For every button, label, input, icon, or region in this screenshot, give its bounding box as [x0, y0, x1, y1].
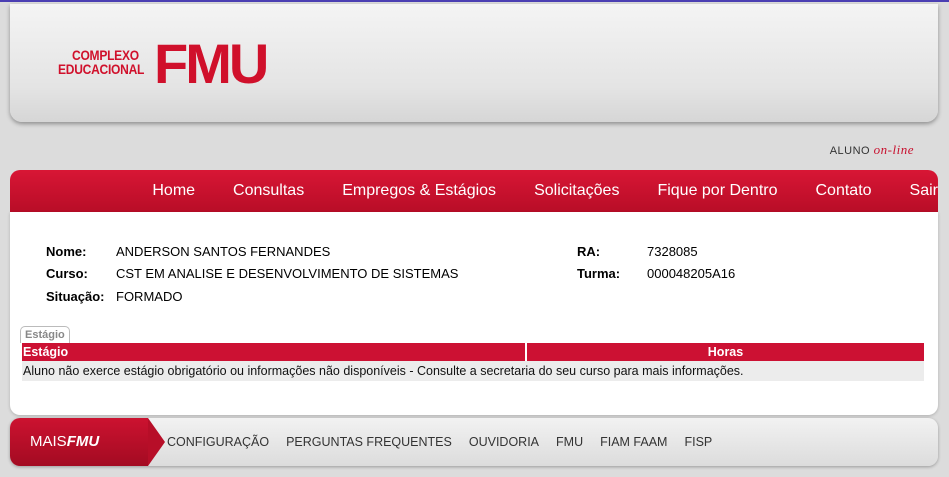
mais-fmu-banner[interactable]: MAISFMU	[10, 418, 165, 466]
table-header: Estágio Horas	[22, 343, 924, 361]
footer-link-ouvidoria[interactable]: OUVIDORIA	[469, 435, 539, 449]
nav-home[interactable]: Home	[132, 182, 213, 200]
footer-link-fiam-faam[interactable]: FIAM FAAM	[600, 435, 667, 449]
mais-brand: FMU	[66, 433, 100, 450]
mais-prefix: MAIS	[30, 433, 67, 450]
logo-line1: COMPLEXO	[72, 47, 139, 63]
header-estagio: Estágio	[22, 343, 527, 361]
tab-estagio[interactable]: Estágio	[20, 326, 70, 343]
footer-link-configuracao[interactable]: CONFIGURAÇÃO	[167, 435, 269, 449]
nav-contato[interactable]: Contato	[796, 182, 890, 200]
aluno-online-badge: ALUNO on-line	[830, 142, 914, 158]
sub-bar: ALUNO on-line	[10, 122, 938, 170]
header: COMPLEXO EDUCACIONAL FMU	[10, 4, 938, 122]
footer-link-fmu[interactable]: FMU	[556, 435, 583, 449]
curso-label: Curso:	[46, 266, 88, 281]
logo-wordmark: FMU	[154, 32, 269, 95]
situacao-label: Situação:	[46, 289, 105, 304]
online-label: on-line	[873, 142, 914, 157]
nav-fique-por-dentro[interactable]: Fique por Dentro	[637, 182, 795, 200]
nav-solicitacoes[interactable]: Solicitações	[514, 182, 637, 200]
logo-line2: EDUCACIONAL	[58, 61, 145, 77]
footer-link-fisp[interactable]: FISP	[684, 435, 712, 449]
main-nav: Home Consultas Empregos & Estágios Solic…	[10, 170, 938, 212]
turma-value: 000048205A16	[647, 266, 736, 281]
logo-subtitle: COMPLEXO EDUCACIONAL	[58, 47, 145, 77]
curso-value: CST EM ANALISE E DESENVOLVIMENTO DE SIST…	[116, 266, 459, 281]
nav-empregos-estagios[interactable]: Empregos & Estágios	[322, 182, 514, 200]
footer-link-perguntas-frequentes[interactable]: PERGUNTAS FREQUENTES	[286, 435, 452, 449]
nav-consultas[interactable]: Consultas	[213, 182, 322, 200]
situacao-value: FORMADO	[116, 289, 183, 304]
ra-value: 7328085	[647, 244, 698, 259]
header-horas: Horas	[707, 345, 744, 359]
nav-sair[interactable]: Sair	[890, 182, 938, 200]
footer-links: CONFIGURAÇÃO PERGUNTAS FREQUENTES OUVIDO…	[167, 418, 729, 466]
main-content: Nome: ANDERSON SANTOS FERNANDES Curso: C…	[10, 212, 938, 415]
nome-value: ANDERSON SANTOS FERNANDES	[116, 244, 331, 259]
table-row: Aluno não exerce estágio obrigatório ou …	[22, 361, 924, 381]
ra-label: RA:	[577, 244, 601, 259]
nome-label: Nome:	[46, 244, 87, 259]
estagio-table: Estágio Horas Aluno não exerce estágio o…	[22, 343, 924, 381]
aluno-label: ALUNO	[829, 145, 871, 157]
turma-label: Turma:	[577, 266, 621, 281]
page: COMPLEXO EDUCACIONAL FMU ALUNO on-line H…	[10, 4, 938, 415]
footer: MAISFMU CONFIGURAÇÃO PERGUNTAS FREQUENTE…	[10, 418, 938, 466]
